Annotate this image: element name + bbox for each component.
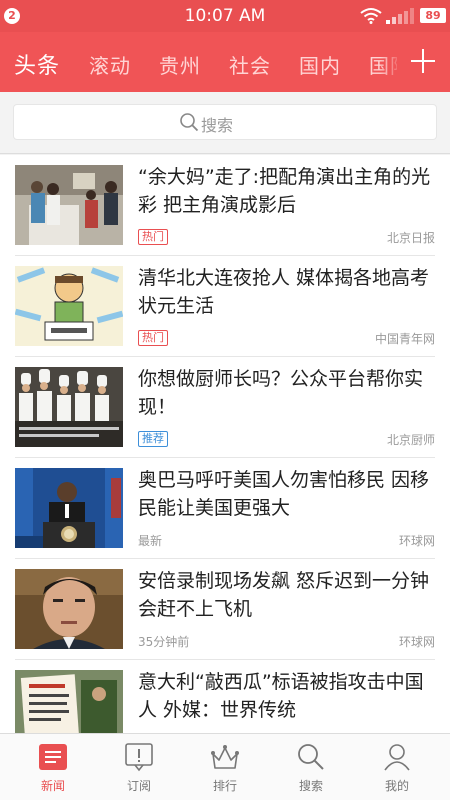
status-bar: 2 10:07 AM 89 xyxy=(0,0,450,32)
search-input[interactable]: 搜索 xyxy=(13,104,437,140)
news-item[interactable]: 奥巴马呼吁美国人勿害怕移民 因移民能让美国更强大 最新 环球网 xyxy=(0,458,450,559)
nav-tab-news[interactable]: 新闻 xyxy=(8,734,98,800)
news-item[interactable]: 清华北大连夜抢人 媒体揭各地高考状元生活 热门 中国青年网 xyxy=(0,256,450,357)
plus-icon[interactable] xyxy=(408,46,438,76)
news-source: 环球网 xyxy=(398,534,435,548)
nav-label-profile: 我的 xyxy=(384,779,409,793)
news-thumbnail xyxy=(15,367,123,447)
search-section: 搜索 xyxy=(0,92,450,154)
news-title[interactable]: 你想做厨师长吗？公众平台帮你实现！ xyxy=(138,365,438,421)
wifi-icon xyxy=(360,8,382,24)
search-icon xyxy=(298,744,324,770)
news-title[interactable]: 安倍录制现场发飙 怒斥迟到一分钟会赶不上飞机 xyxy=(138,567,438,623)
signal-icon xyxy=(386,8,414,24)
status-clock: 10:07 AM xyxy=(184,6,266,26)
nav-label-ranking: 排行 xyxy=(212,779,237,793)
news-source: 环球网 xyxy=(398,635,435,649)
nav-label-search: 搜索 xyxy=(298,779,323,793)
category-tab-domestic[interactable]: 国内 xyxy=(299,50,341,79)
battery-indicator: 89 xyxy=(420,8,446,23)
news-thumbnail xyxy=(15,670,123,733)
news-time: 最新 xyxy=(138,534,163,548)
news-thumbnail xyxy=(15,468,123,548)
category-tab-headlines[interactable]: 头条 xyxy=(14,48,60,80)
news-list: “余大妈”走了:把配角演出主角的光彩 把主角演成影后 热门 北京日报 清华北大连… xyxy=(0,155,450,733)
nav-tab-profile[interactable]: 我的 xyxy=(352,734,442,800)
nav-tab-ranking[interactable]: 排行 xyxy=(180,734,270,800)
news-title[interactable]: 清华北大连夜抢人 媒体揭各地高考状元生活 xyxy=(138,264,438,320)
nav-tab-subscribe[interactable]: 订阅 xyxy=(94,734,184,800)
news-source: 中国青年网 xyxy=(374,332,435,346)
news-thumbnail xyxy=(15,266,123,346)
news-title[interactable]: 意大利“敲西瓜”标语被指攻击中国人 外媒：世界传统 xyxy=(138,668,438,724)
category-bar: 头条 滚动 贵州 社会 国内 国际 xyxy=(0,32,450,92)
recommend-tag: 推荐 xyxy=(138,431,168,447)
news-thumbnail xyxy=(15,569,123,649)
news-title[interactable]: 奥巴马呼吁美国人勿害怕移民 因移民能让美国更强大 xyxy=(138,466,438,522)
news-item[interactable]: “余大妈”走了:把配角演出主角的光彩 把主角演成影后 热门 北京日报 xyxy=(0,155,450,256)
hot-tag: 热门 xyxy=(138,229,168,245)
hot-tag: 热门 xyxy=(138,330,168,346)
news-item[interactable]: 安倍录制现场发飙 怒斥迟到一分钟会赶不上飞机 35分钟前 环球网 xyxy=(0,559,450,660)
nav-tab-search[interactable]: 搜索 xyxy=(266,734,356,800)
subscribe-icon xyxy=(125,743,153,772)
news-item[interactable]: 意大利“敲西瓜”标语被指攻击中国人 外媒：世界传统 xyxy=(0,660,450,733)
nav-label-news: 新闻 xyxy=(40,779,65,793)
ranking-crown-icon xyxy=(211,745,239,769)
tab-fade-overlay xyxy=(380,32,402,92)
news-item[interactable]: 你想做厨师长吗？公众平台帮你实现！ 推荐 北京厨师 xyxy=(0,357,450,458)
news-title[interactable]: “余大妈”走了:把配角演出主角的光彩 把主角演成影后 xyxy=(138,163,438,219)
search-placeholder: 搜索 xyxy=(201,116,234,135)
news-source: 北京日报 xyxy=(386,231,435,245)
category-tab-society[interactable]: 社会 xyxy=(229,50,271,79)
news-icon xyxy=(39,744,67,770)
news-source: 北京厨师 xyxy=(386,433,435,447)
category-tab-scroll[interactable]: 滚动 xyxy=(89,50,131,79)
bottom-navigation: 新闻 订阅 排行 搜索 我的 xyxy=(0,733,450,800)
profile-icon xyxy=(384,744,410,771)
search-icon xyxy=(180,113,199,132)
nav-label-subscribe: 订阅 xyxy=(126,779,151,793)
news-time: 35分钟前 xyxy=(138,635,190,649)
news-thumbnail xyxy=(15,165,123,245)
category-tab-guizhou[interactable]: 贵州 xyxy=(159,50,201,79)
